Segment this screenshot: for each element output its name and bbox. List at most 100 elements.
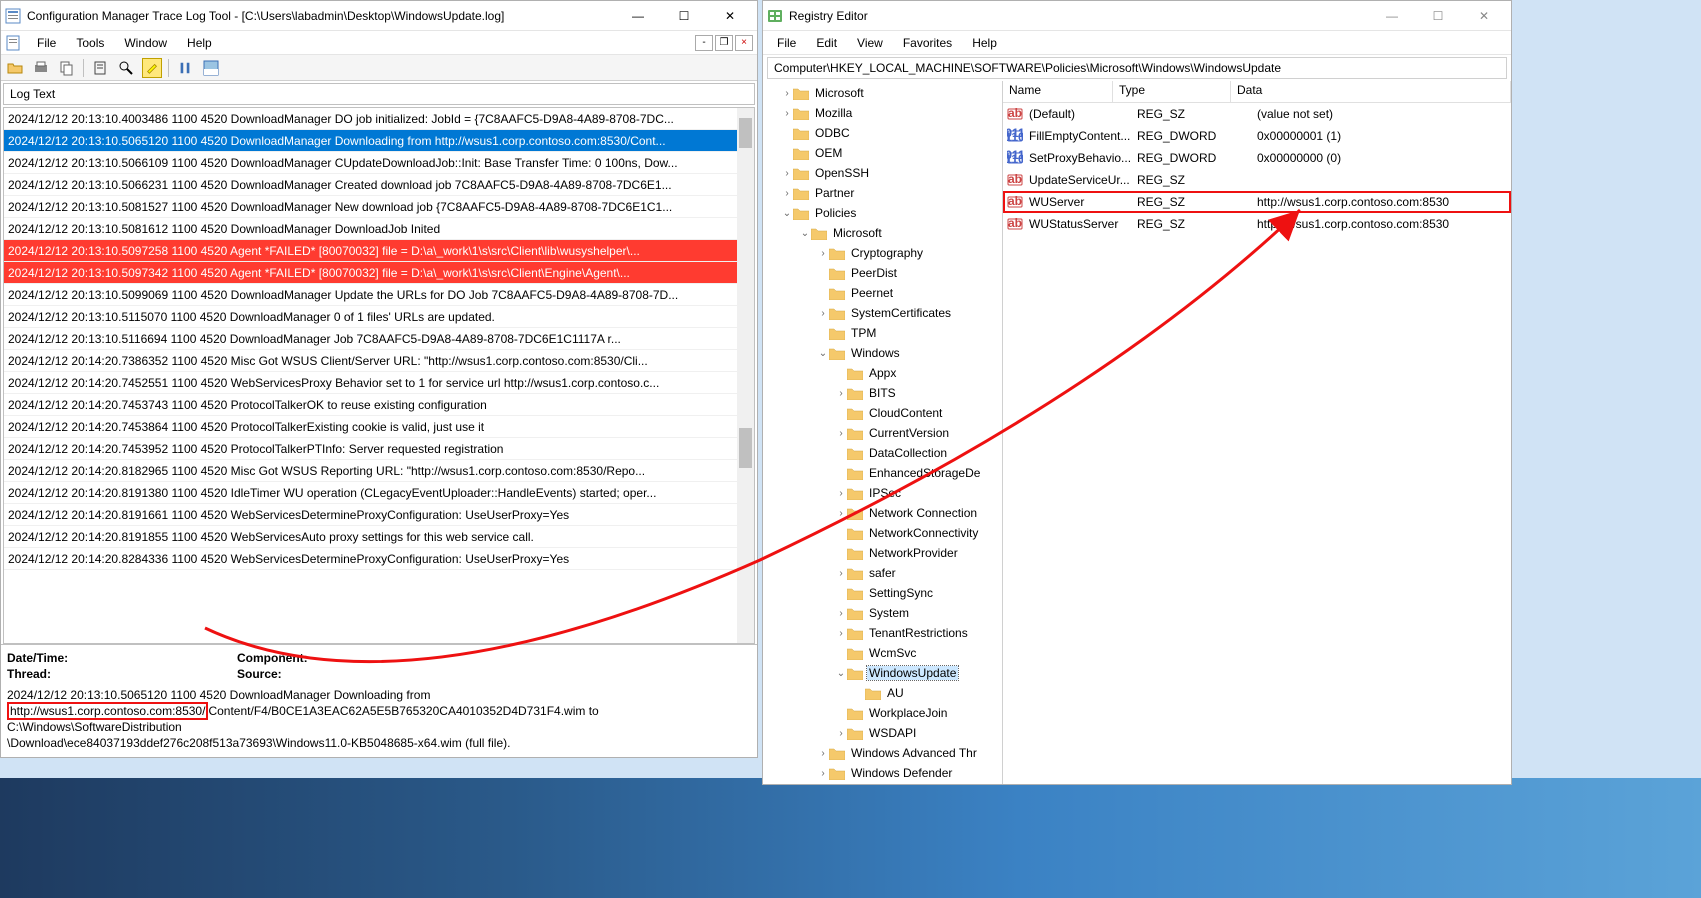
tree-item[interactable]: ›Windows Advanced Thr bbox=[763, 743, 1002, 763]
print-icon[interactable] bbox=[31, 58, 51, 78]
col-data[interactable]: Data bbox=[1231, 81, 1511, 102]
registry-tree[interactable]: ›Microsoft›MozillaODBCOEM›OpenSSH›Partne… bbox=[763, 81, 1003, 784]
registry-values[interactable]: Name Type Data ab(Default)REG_SZ(value n… bbox=[1003, 81, 1511, 784]
copy-icon[interactable] bbox=[57, 58, 77, 78]
tree-item[interactable]: ›System bbox=[763, 603, 1002, 623]
tree-item[interactable]: EnhancedStorageDe bbox=[763, 463, 1002, 483]
tree-item[interactable]: ›SystemCertificates bbox=[763, 303, 1002, 323]
tree-item[interactable]: ›Network Connection bbox=[763, 503, 1002, 523]
tree-item[interactable]: DataCollection bbox=[763, 443, 1002, 463]
col-type[interactable]: Type bbox=[1113, 81, 1231, 102]
log-list[interactable]: 2024/12/12 20:13:10.4003486 1100 4520 Do… bbox=[3, 107, 755, 644]
tree-item[interactable]: ›Cryptography bbox=[763, 243, 1002, 263]
tree-item[interactable]: ›Microsoft bbox=[763, 83, 1002, 103]
maximize-button[interactable]: ☐ bbox=[661, 1, 707, 31]
tree-item[interactable]: AU bbox=[763, 683, 1002, 703]
log-row[interactable]: 2024/12/12 20:14:20.8191661 1100 4520 We… bbox=[4, 504, 754, 526]
value-row[interactable]: abWUServerREG_SZhttp://wsus1.corp.contos… bbox=[1003, 191, 1511, 213]
log-column-header[interactable]: Log Text bbox=[3, 83, 755, 105]
menu-favorites[interactable]: Favorites bbox=[893, 34, 962, 52]
pause-icon[interactable] bbox=[175, 58, 195, 78]
menu-file[interactable]: File bbox=[767, 34, 806, 52]
tree-item[interactable]: TPM bbox=[763, 323, 1002, 343]
value-row[interactable]: abWUStatusServerREG_SZhttp://wsus1.corp.… bbox=[1003, 213, 1511, 235]
menu-help[interactable]: Help bbox=[962, 34, 1007, 52]
tree-item[interactable]: ›Mozilla bbox=[763, 103, 1002, 123]
log-row[interactable]: 2024/12/12 20:14:20.7452551 1100 4520 We… bbox=[4, 372, 754, 394]
tree-item[interactable]: ›Windows Defender bbox=[763, 763, 1002, 783]
values-header[interactable]: Name Type Data bbox=[1003, 81, 1511, 103]
highlight-icon[interactable] bbox=[142, 58, 162, 78]
tree-item[interactable]: ›BITS bbox=[763, 383, 1002, 403]
tree-item[interactable]: ⌄Windows bbox=[763, 343, 1002, 363]
log-row[interactable]: 2024/12/12 20:14:20.7453743 1100 4520 Pr… bbox=[4, 394, 754, 416]
tree-item[interactable]: ›Windows NT bbox=[763, 783, 1002, 784]
tree-item[interactable]: ›WSDAPI bbox=[763, 723, 1002, 743]
mdi-restore-button[interactable]: ❐ bbox=[715, 35, 733, 51]
tree-item[interactable]: CloudContent bbox=[763, 403, 1002, 423]
menu-file[interactable]: File bbox=[27, 34, 66, 52]
log-row[interactable]: 2024/12/12 20:13:10.5081612 1100 4520 Do… bbox=[4, 218, 754, 240]
log-row[interactable]: 2024/12/12 20:13:10.5097342 1100 4520 Ag… bbox=[4, 262, 754, 284]
log-row[interactable]: 2024/12/12 20:13:10.5066109 1100 4520 Do… bbox=[4, 152, 754, 174]
tree-item[interactable]: OEM bbox=[763, 143, 1002, 163]
value-row[interactable]: abUpdateServiceUr...REG_SZ bbox=[1003, 169, 1511, 191]
log-row[interactable]: 2024/12/12 20:13:10.5115070 1100 4520 Do… bbox=[4, 306, 754, 328]
find-icon[interactable] bbox=[116, 58, 136, 78]
log-row[interactable]: 2024/12/12 20:13:10.5066231 1100 4520 Do… bbox=[4, 174, 754, 196]
value-row[interactable]: ab(Default)REG_SZ(value not set) bbox=[1003, 103, 1511, 125]
menu-edit[interactable]: Edit bbox=[806, 34, 847, 52]
tree-item[interactable]: ›OpenSSH bbox=[763, 163, 1002, 183]
close-button[interactable]: ✕ bbox=[1461, 1, 1507, 31]
log-row[interactable]: 2024/12/12 20:14:20.7386352 1100 4520 Mi… bbox=[4, 350, 754, 372]
address-bar[interactable]: Computer\HKEY_LOCAL_MACHINE\SOFTWARE\Pol… bbox=[767, 57, 1507, 79]
log-row[interactable]: 2024/12/12 20:14:20.8191380 1100 4520 Id… bbox=[4, 482, 754, 504]
titlebar[interactable]: Configuration Manager Trace Log Tool - [… bbox=[1, 1, 757, 31]
tree-item[interactable]: ⌄WindowsUpdate bbox=[763, 663, 1002, 683]
tree-item[interactable]: NetworkConnectivity bbox=[763, 523, 1002, 543]
log-row[interactable]: 2024/12/12 20:13:10.5116694 1100 4520 Do… bbox=[4, 328, 754, 350]
tree-item[interactable]: ›IPSec bbox=[763, 483, 1002, 503]
col-name[interactable]: Name bbox=[1003, 81, 1113, 102]
log-row[interactable]: 2024/12/12 20:13:10.5099069 1100 4520 Do… bbox=[4, 284, 754, 306]
tree-item[interactable]: SettingSync bbox=[763, 583, 1002, 603]
tree-item[interactable]: ODBC bbox=[763, 123, 1002, 143]
log-row[interactable]: 2024/12/12 20:13:10.5097258 1100 4520 Ag… bbox=[4, 240, 754, 262]
tree-item[interactable]: ›Partner bbox=[763, 183, 1002, 203]
tree-item[interactable]: ⌄Microsoft bbox=[763, 223, 1002, 243]
minimize-button[interactable]: — bbox=[615, 1, 661, 31]
log-row[interactable]: 2024/12/12 20:14:20.7453952 1100 4520 Pr… bbox=[4, 438, 754, 460]
menu-tools[interactable]: Tools bbox=[66, 34, 114, 52]
tree-item[interactable]: ›TenantRestrictions bbox=[763, 623, 1002, 643]
value-row[interactable]: 011110FillEmptyContent...REG_DWORD0x0000… bbox=[1003, 125, 1511, 147]
log-row[interactable]: 2024/12/12 20:14:20.8284336 1100 4520 We… bbox=[4, 548, 754, 570]
log-row[interactable]: 2024/12/12 20:13:10.5065120 1100 4520 Do… bbox=[4, 130, 754, 152]
log-row[interactable]: 2024/12/12 20:14:20.8191855 1100 4520 We… bbox=[4, 526, 754, 548]
detail-pane-icon[interactable] bbox=[201, 58, 221, 78]
minimize-button[interactable]: — bbox=[1369, 1, 1415, 31]
mdi-minimize-button[interactable]: - bbox=[695, 35, 713, 51]
filter-icon[interactable] bbox=[90, 58, 110, 78]
log-row[interactable]: 2024/12/12 20:14:20.7453864 1100 4520 Pr… bbox=[4, 416, 754, 438]
scrollbar[interactable] bbox=[737, 108, 754, 643]
open-icon[interactable] bbox=[5, 58, 25, 78]
tree-item[interactable]: PeerDist bbox=[763, 263, 1002, 283]
tree-item[interactable]: Peernet bbox=[763, 283, 1002, 303]
close-button[interactable]: ✕ bbox=[707, 1, 753, 31]
menu-view[interactable]: View bbox=[847, 34, 893, 52]
tree-item[interactable]: WorkplaceJoin bbox=[763, 703, 1002, 723]
tree-item[interactable]: ⌄Policies bbox=[763, 203, 1002, 223]
log-row[interactable]: 2024/12/12 20:13:10.5081527 1100 4520 Do… bbox=[4, 196, 754, 218]
log-row[interactable]: 2024/12/12 20:13:10.4003486 1100 4520 Do… bbox=[4, 108, 754, 130]
tree-item[interactable]: WcmSvc bbox=[763, 643, 1002, 663]
value-row[interactable]: 011110SetProxyBehavio...REG_DWORD0x00000… bbox=[1003, 147, 1511, 169]
tree-item[interactable]: ›safer bbox=[763, 563, 1002, 583]
tree-item[interactable]: NetworkProvider bbox=[763, 543, 1002, 563]
titlebar[interactable]: Registry Editor — ☐ ✕ bbox=[763, 1, 1511, 31]
menu-help[interactable]: Help bbox=[177, 34, 222, 52]
maximize-button[interactable]: ☐ bbox=[1415, 1, 1461, 31]
mdi-close-button[interactable]: × bbox=[735, 35, 753, 51]
log-row[interactable]: 2024/12/12 20:14:20.8182965 1100 4520 Mi… bbox=[4, 460, 754, 482]
detail-message[interactable]: 2024/12/12 20:13:10.5065120 1100 4520 Do… bbox=[7, 687, 751, 751]
tree-item[interactable]: ›CurrentVersion bbox=[763, 423, 1002, 443]
